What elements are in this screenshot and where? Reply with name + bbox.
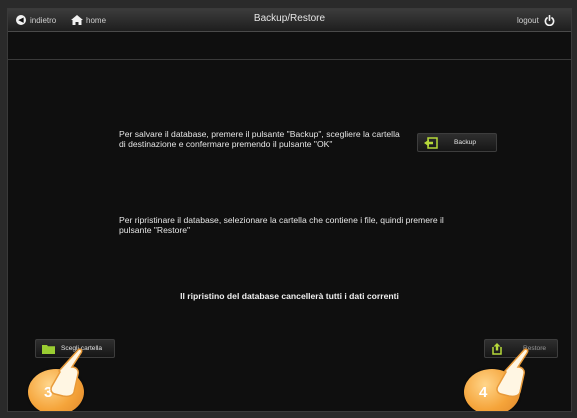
divider bbox=[8, 59, 571, 60]
app-window: ◀ indietro home Backup/Restore logout Pe… bbox=[7, 8, 572, 412]
top-bar: ◀ indietro home Backup/Restore logout bbox=[8, 9, 571, 32]
logout-label: logout bbox=[517, 15, 539, 25]
restore-instructions: Per ripristinare il database, selezionar… bbox=[119, 215, 444, 235]
backup-instructions: Per salvare il database, premere il puls… bbox=[119, 129, 400, 149]
page-title: Backup/Restore bbox=[253, 13, 326, 24]
logout-button[interactable]: logout bbox=[517, 14, 555, 26]
backup-button-label: Backup bbox=[454, 139, 476, 146]
callout-4-number: 4 bbox=[479, 384, 488, 401]
power-icon bbox=[544, 14, 555, 26]
pointing-hand-icon bbox=[496, 348, 529, 398]
pointing-hand-icon bbox=[50, 348, 83, 398]
backup-button[interactable]: Backup bbox=[417, 133, 497, 152]
backup-icon bbox=[424, 136, 438, 149]
warning-message: Il ripristino del database cancellerà tu… bbox=[180, 291, 399, 301]
